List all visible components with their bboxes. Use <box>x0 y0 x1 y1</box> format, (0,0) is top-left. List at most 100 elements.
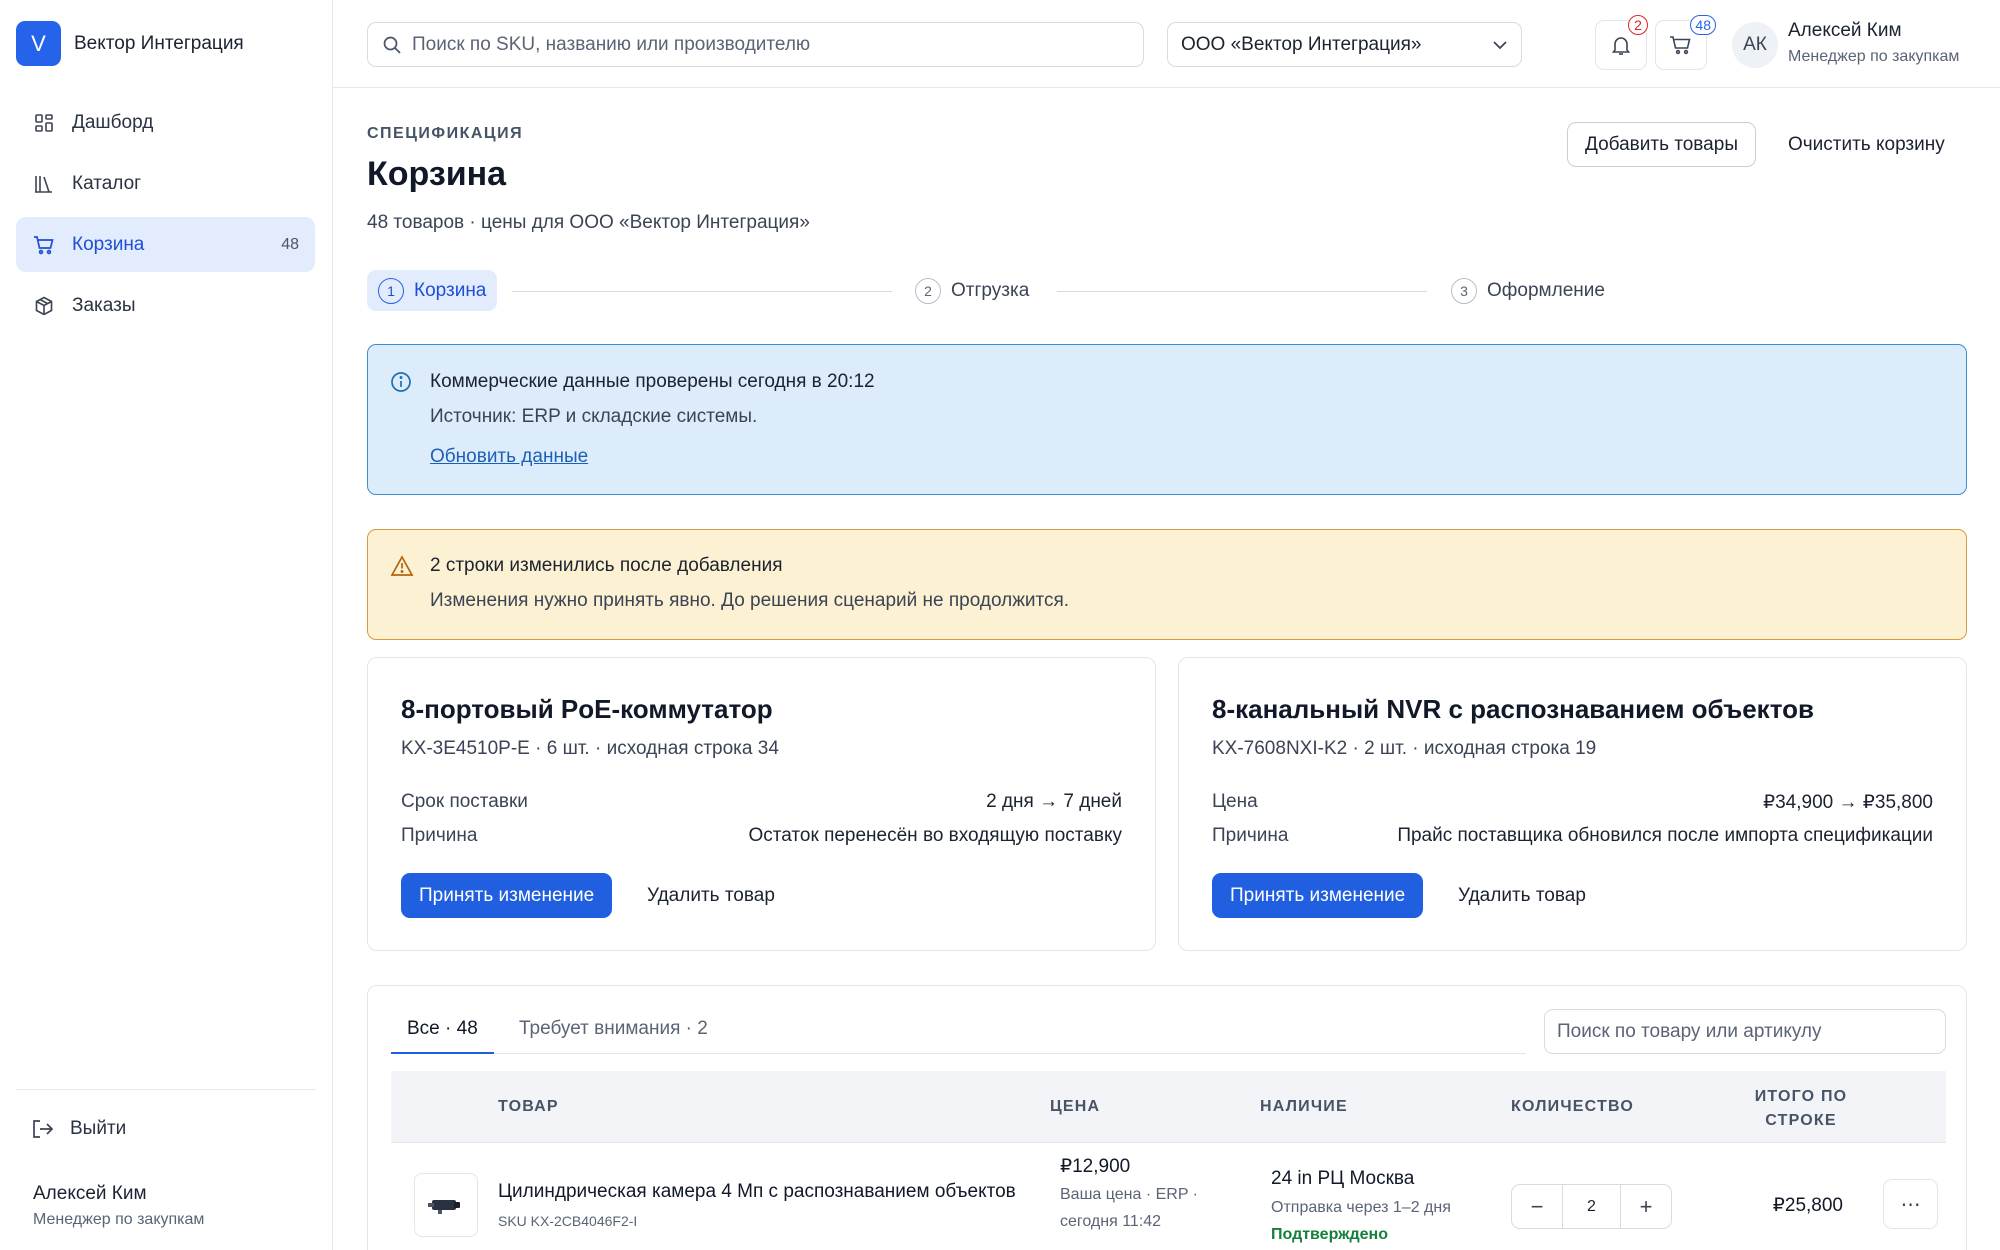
grid-icon <box>32 111 56 135</box>
change-row-value: 2 дня → 7 дней <box>986 791 1122 812</box>
step-label: Корзина <box>414 279 487 301</box>
change-row: Срок поставки 2 дня → 7 дней <box>401 791 1122 813</box>
search-placeholder: Поиск по SKU, названию или производителю <box>412 33 811 55</box>
accept-change-button[interactable]: Принять изменение <box>1212 873 1424 918</box>
add-items-button[interactable]: Добавить товары <box>1567 122 1756 167</box>
cart-badge: 48 <box>1690 15 1716 35</box>
logout-icon <box>32 1119 54 1139</box>
column-header-price[interactable]: ЦЕНА <box>1050 1098 1100 1116</box>
warning-text: Изменения нужно принять явно. До решения… <box>430 590 1070 611</box>
product-sku: SKU KX-2CB4046F2-I <box>498 1213 638 1229</box>
remove-item-button[interactable]: Удалить товар <box>1458 873 1586 918</box>
organization-selected: ООО «Вектор Интеграция» <box>1181 33 1422 55</box>
changes-warning: 2 строки изменились после добавления Изм… <box>367 529 1967 640</box>
sidebar-user: Алексей Ким Менеджер по закупкам <box>33 1183 204 1229</box>
change-row-value: Прайс поставщика обновился после импорта… <box>1397 825 1933 846</box>
sidebar-item-label: Каталог <box>72 172 142 194</box>
sidebar-item-cart[interactable]: Корзина 48 <box>16 217 315 272</box>
sidebar-item-dashboard[interactable]: Дашборд <box>16 95 315 150</box>
stock-location: 24 in РЦ Москва <box>1271 1168 1415 1189</box>
stock-status: Подтверждено <box>1271 1226 1388 1243</box>
change-card-meta: KX-3E4510P-E · 6 шт. · исходная строка 3… <box>401 738 779 759</box>
change-row: Причина Остаток перенесён во входящую по… <box>401 825 1122 847</box>
logout-button[interactable]: Выйти <box>32 1118 126 1140</box>
change-card-title: 8-канальный NVR с распознаванием объекто… <box>1212 694 1814 724</box>
search-icon <box>382 35 402 55</box>
change-card-title: 8-портовый PoE-коммутатор <box>401 694 773 724</box>
table-header: ТОВАР ЦЕНА НАЛИЧИЕ КОЛИЧЕСТВО ИТОГО ПО С… <box>391 1071 1946 1143</box>
column-header-product[interactable]: ТОВАР <box>498 1098 559 1116</box>
user-role: Менеджер по закупкам <box>1788 48 1960 65</box>
change-row-value: ₽34,900 → ₽35,800 <box>1763 792 1933 813</box>
product-name[interactable]: Цилиндрическая камера 4 Мп с распознаван… <box>498 1181 1016 1203</box>
sidebar-item-label: Корзина <box>72 233 145 255</box>
change-row-key: Причина <box>1212 825 1289 846</box>
avatar[interactable]: АК <box>1732 22 1778 68</box>
accept-change-button[interactable]: Принять изменение <box>401 873 613 918</box>
increase-quantity-button[interactable]: + <box>1621 1185 1671 1228</box>
more-icon: ⋯ <box>1900 1193 1921 1216</box>
box-icon <box>32 294 56 318</box>
sidebar-item-label: Дашборд <box>72 111 154 133</box>
library-icon <box>32 172 56 196</box>
sidebar-divider <box>16 1089 316 1090</box>
decrease-quantity-button[interactable]: − <box>1512 1185 1562 1228</box>
product-thumbnail <box>414 1173 478 1237</box>
brand[interactable]: V Вектор Интеграция <box>16 21 244 66</box>
stock-note: Отправка через 1–2 дня <box>1271 1199 1451 1216</box>
cart-button[interactable]: 48 <box>1655 15 1716 70</box>
tab-all[interactable]: Все · 48 <box>391 1018 494 1054</box>
line-total: ₽25,800 <box>1772 1195 1843 1216</box>
column-header-total[interactable]: ИТОГО ПО СТРОКЕ <box>1721 1085 1881 1133</box>
row-more-button[interactable]: ⋯ <box>1883 1179 1938 1229</box>
sidebar-item-catalog[interactable]: Каталог <box>16 156 315 211</box>
change-card-meta: KX-7608NXI-K2 · 2 шт. · исходная строка … <box>1212 738 1597 759</box>
quantity-value[interactable]: 2 <box>1562 1185 1621 1228</box>
warning-icon <box>390 555 414 577</box>
change-row-value: Остаток перенесён во входящую поставку <box>748 825 1123 846</box>
price-note: Ваша цена · ERP · <box>1060 1186 1198 1203</box>
brand-logo: V <box>16 21 61 66</box>
change-card: 8-портовый PoE-коммутатор KX-3E4510P-E ·… <box>367 657 1156 951</box>
change-row-key: Причина <box>401 825 478 846</box>
table-search-input[interactable]: Поиск по товару или артикулу <box>1544 1009 1946 1054</box>
column-header-total-line: СТРОКЕ <box>1765 1112 1837 1129</box>
change-row: Причина Прайс поставщика обновился после… <box>1212 825 1933 847</box>
table-row[interactable]: Цилиндрическая камера 4 Мп с распознаван… <box>391 1143 1946 1250</box>
quantity-stepper: − 2 + <box>1511 1184 1672 1229</box>
cart-count: 48 <box>281 235 299 253</box>
step-number: 3 <box>1451 277 1477 304</box>
step-number: 1 <box>378 277 404 304</box>
global-search-input[interactable]: Поиск по SKU, названию или производителю <box>367 22 1144 67</box>
column-header-total-line: ИТОГО ПО <box>1754 1088 1848 1105</box>
info-icon <box>390 371 412 393</box>
sidebar-user-role: Менеджер по закупкам <box>33 1211 205 1228</box>
step-connector <box>1057 291 1427 292</box>
step-shipping[interactable]: 2 Отгрузка <box>915 270 1029 311</box>
step-checkout[interactable]: 3 Оформление <box>1451 270 1605 311</box>
remove-item-button[interactable]: Удалить товар <box>647 873 775 918</box>
clear-cart-button[interactable]: Очистить корзину <box>1788 122 1945 167</box>
column-header-quantity[interactable]: КОЛИЧЕСТВО <box>1511 1098 1634 1116</box>
price-note: сегодня 11:42 <box>1060 1213 1162 1230</box>
logout-label: Выйти <box>70 1118 127 1139</box>
column-header-stock[interactable]: НАЛИЧИЕ <box>1260 1098 1348 1116</box>
warning-title: 2 строки изменились после добавления <box>430 555 783 576</box>
step-label: Отгрузка <box>951 279 1030 301</box>
user-menu[interactable]: Алексей Ким Менеджер по закупкам <box>1788 20 1959 66</box>
refresh-data-link[interactable]: Обновить данные <box>430 446 588 468</box>
change-row-key: Цена <box>1212 791 1258 812</box>
step-cart[interactable]: 1 Корзина <box>367 270 498 311</box>
notifications-button[interactable]: 2 <box>1595 15 1648 70</box>
cart-icon <box>1669 34 1693 56</box>
change-row-key: Срок поставки <box>401 791 528 812</box>
step-connector <box>512 291 892 292</box>
sidebar-item-orders[interactable]: Заказы <box>16 278 315 333</box>
tab-needs-attention[interactable]: Требует внимания · 2 <box>519 1018 708 1054</box>
sidebar-user-name: Алексей Ким <box>33 1183 147 1204</box>
step-label: Оформление <box>1487 279 1605 301</box>
cart-icon <box>32 233 56 257</box>
organization-select[interactable]: ООО «Вектор Интеграция» <box>1167 22 1522 67</box>
sidebar-item-label: Заказы <box>72 294 136 316</box>
sidebar: V Вектор Интеграция Дашборд Каталог Корз… <box>0 0 333 1250</box>
